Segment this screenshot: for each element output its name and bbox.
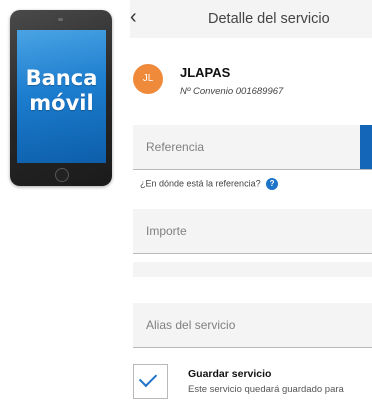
check-icon — [138, 368, 158, 388]
importe-label: Importe — [146, 224, 187, 238]
phone-screen: Banca móvil — [17, 30, 106, 163]
referencia-field[interactable]: Referencia — [133, 125, 372, 170]
referencia-help-link[interactable]: ¿En dónde está la referencia? ? — [140, 178, 279, 190]
chevron-left-icon[interactable]: ‹ — [130, 7, 146, 27]
save-service-description: Este servicio quedará guardado para — [188, 384, 344, 395]
alias-label: Alias del servicio — [146, 318, 236, 332]
phone-illustration: Banca móvil — [10, 10, 112, 186]
referencia-label: Referencia — [146, 140, 205, 154]
alias-field[interactable]: Alias del servicio — [133, 303, 372, 348]
save-service-title: Guardar servicio — [188, 368, 272, 380]
banca-movil-label: Banca móvil — [25, 66, 98, 115]
phone-speaker — [58, 18, 63, 21]
phone-home-button — [55, 168, 69, 182]
help-icon[interactable]: ? — [266, 178, 279, 190]
importe-field[interactable]: Importe — [133, 209, 372, 254]
blank-field-strip — [133, 262, 372, 277]
service-convenio-number: Nº Convenio 001689967 — [180, 86, 284, 97]
referencia-hint-text: ¿En dónde está la referencia? — [140, 178, 261, 189]
service-name: JLAPAS — [180, 65, 231, 80]
service-detail-screen: ‹ Detalle del servicio JL JLAPAS Nº Conv… — [130, 0, 372, 403]
save-service-checkbox[interactable] — [133, 364, 168, 399]
avatar: JL — [133, 64, 163, 94]
referencia-accent-bar — [360, 125, 372, 169]
top-bar: ‹ Detalle del servicio — [130, 0, 372, 38]
page-title: Detalle del servicio — [208, 11, 330, 27]
